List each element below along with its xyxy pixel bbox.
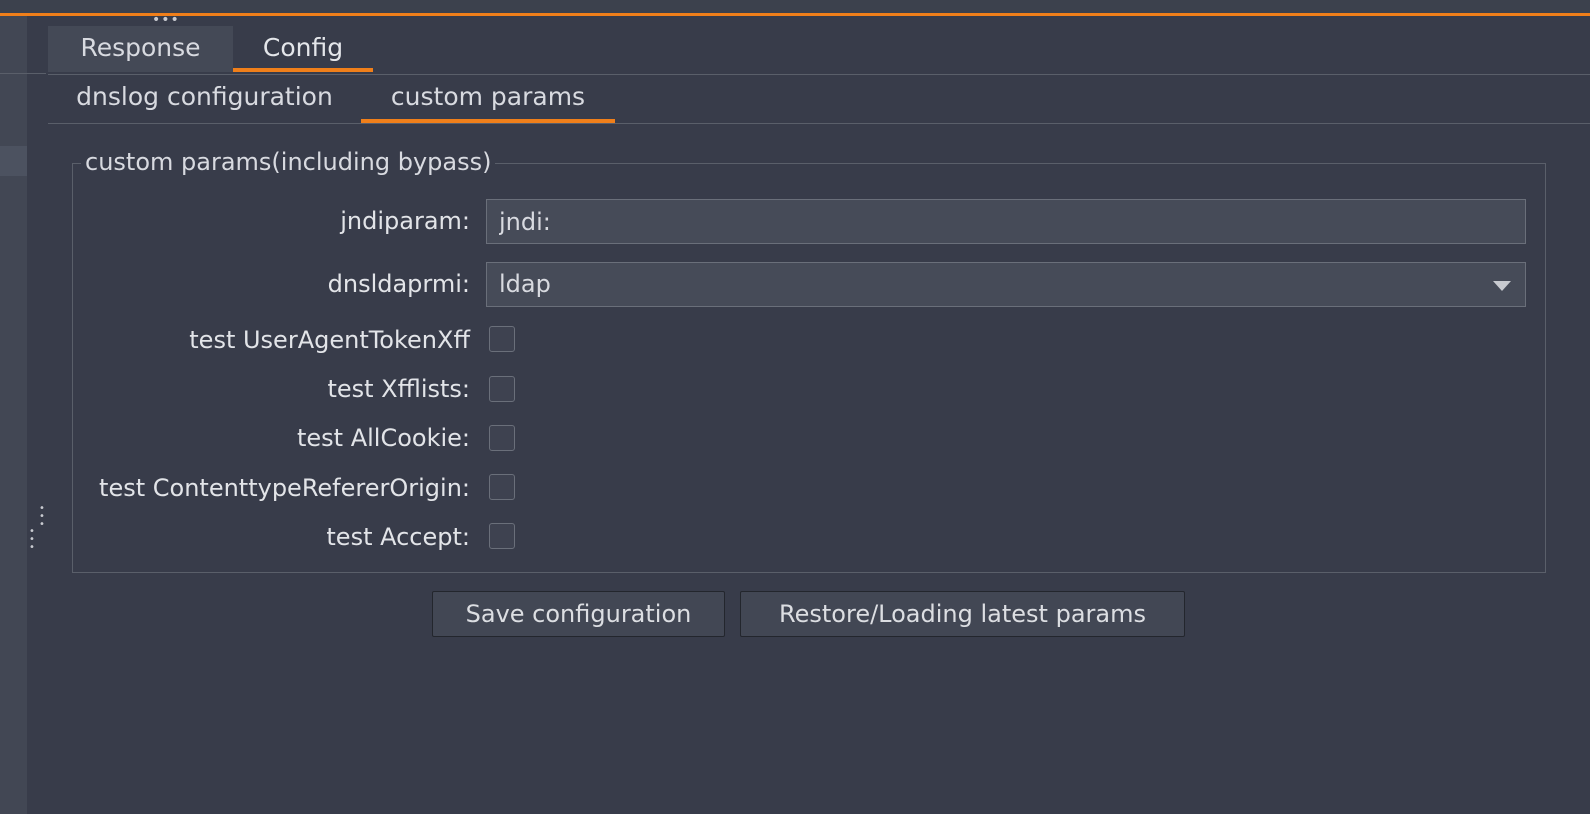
test-xfflists-checkbox[interactable] xyxy=(489,376,515,402)
jndiparam-label: jndiparam: xyxy=(340,207,470,235)
save-configuration-button[interactable]: Save configuration xyxy=(432,591,725,637)
tab-response[interactable]: Response xyxy=(48,26,233,72)
tab-custom-params[interactable]: custom params xyxy=(361,75,615,123)
divider xyxy=(0,73,46,74)
drag-handle-icon[interactable]: ••• xyxy=(152,13,180,27)
test-contenttype-checkbox[interactable] xyxy=(489,474,515,500)
test-contenttype-label: test ContenttypeRefererOrigin: xyxy=(99,474,470,502)
tab-config[interactable]: Config xyxy=(233,26,373,72)
test-xfflists-label: test Xfflists: xyxy=(327,375,470,403)
test-allcookie-checkbox[interactable] xyxy=(489,425,515,451)
chevron-down-icon xyxy=(1493,281,1511,291)
sub-tab-bar: dnslog configuration custom params xyxy=(48,75,1590,124)
left-panel-selected-row[interactable] xyxy=(0,146,27,176)
test-useragent-checkbox[interactable] xyxy=(489,326,515,352)
left-side-panel[interactable] xyxy=(0,16,27,814)
main-tab-bar: Response Config xyxy=(48,26,1590,75)
jndiparam-input[interactable] xyxy=(486,199,1526,244)
test-accept-label: test Accept: xyxy=(326,523,470,551)
tab-dnslog-configuration[interactable]: dnslog configuration xyxy=(48,75,361,123)
top-accent-bar xyxy=(0,0,1590,16)
test-accept-checkbox[interactable] xyxy=(489,523,515,549)
group-title: custom params(including bypass) xyxy=(81,147,496,177)
dnsldaprmi-label: dnsldaprmi: xyxy=(327,270,470,298)
restore-params-button[interactable]: Restore/Loading latest params xyxy=(740,591,1185,637)
dnsldaprmi-select[interactable]: ldap xyxy=(486,262,1526,307)
test-allcookie-label: test AllCookie: xyxy=(296,424,470,452)
test-useragent-label: test UserAgentTokenXff xyxy=(189,326,470,354)
dnsldaprmi-selected-value: ldap xyxy=(499,270,551,298)
